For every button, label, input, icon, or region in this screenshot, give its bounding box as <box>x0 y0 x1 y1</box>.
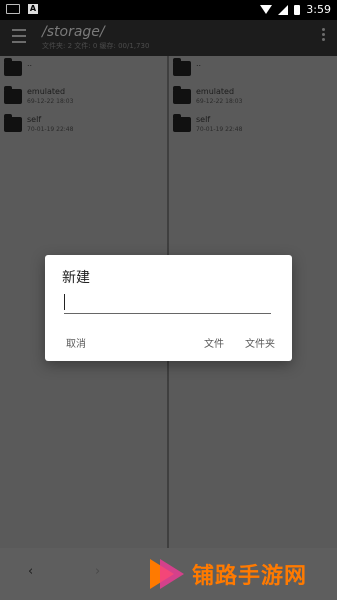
watermark-text: 铺路手游网 <box>192 564 308 589</box>
wifi-icon <box>260 5 273 14</box>
folder-date: 70-01-19 22:48 <box>27 126 74 133</box>
new-file-button[interactable]: 文件 <box>204 335 224 350</box>
menu-icon[interactable] <box>12 29 26 43</box>
list-item[interactable]: emulated 69-12-22 18:03 <box>0 84 167 112</box>
signal-icon <box>278 4 289 15</box>
folder-name: self <box>27 115 42 124</box>
dialog-title: 新建 <box>62 270 90 286</box>
new-item-dialog: 新建 取消 文件 文件夹 <box>45 255 292 361</box>
toolbar: /storage/ 文件夹: 2 文件: 0 缓存: 00/1,730 <box>0 20 337 56</box>
status-time: 3:59 <box>306 3 331 16</box>
new-folder-button[interactable]: 文件夹 <box>245 335 275 350</box>
battery-icon <box>294 4 301 15</box>
folder-icon <box>173 114 191 132</box>
folder-date: 70-01-19 22:48 <box>196 126 243 133</box>
folder-name: .. <box>196 59 202 68</box>
folder-date: 69-12-22 18:03 <box>27 98 74 105</box>
forward-button[interactable]: › <box>95 564 100 579</box>
more-options-icon[interactable] <box>322 28 325 41</box>
folder-name: self <box>196 115 211 124</box>
keyboard-icon <box>6 4 20 14</box>
list-item-parent[interactable]: .. <box>169 56 337 84</box>
list-item[interactable]: self 70-01-19 22:48 <box>169 112 337 140</box>
watermark-logo-icon <box>150 559 186 589</box>
folder-name: emulated <box>196 87 235 96</box>
folder-name: .. <box>27 59 33 68</box>
list-item[interactable]: emulated 69-12-22 18:03 <box>169 84 337 112</box>
notification-a-icon: A <box>28 4 38 14</box>
name-input[interactable] <box>64 291 271 314</box>
folder-icon <box>4 114 22 132</box>
current-path: /storage/ <box>42 24 105 40</box>
watermark: 铺路手游网 <box>150 558 307 590</box>
list-item-parent[interactable]: .. <box>0 56 167 84</box>
folder-icon <box>173 86 191 104</box>
back-button[interactable]: ‹ <box>28 564 33 579</box>
folder-name: emulated <box>27 87 66 96</box>
folder-icon <box>4 58 22 76</box>
status-bar: A 3:59 <box>0 0 337 20</box>
folder-date: 69-12-22 18:03 <box>196 98 243 105</box>
cancel-button[interactable]: 取消 <box>66 335 86 350</box>
path-summary: 文件夹: 2 文件: 0 缓存: 00/1,730 <box>42 42 150 50</box>
list-item[interactable]: self 70-01-19 22:48 <box>0 112 167 140</box>
folder-icon <box>4 86 22 104</box>
folder-icon <box>173 58 191 76</box>
text-caret <box>64 294 65 310</box>
